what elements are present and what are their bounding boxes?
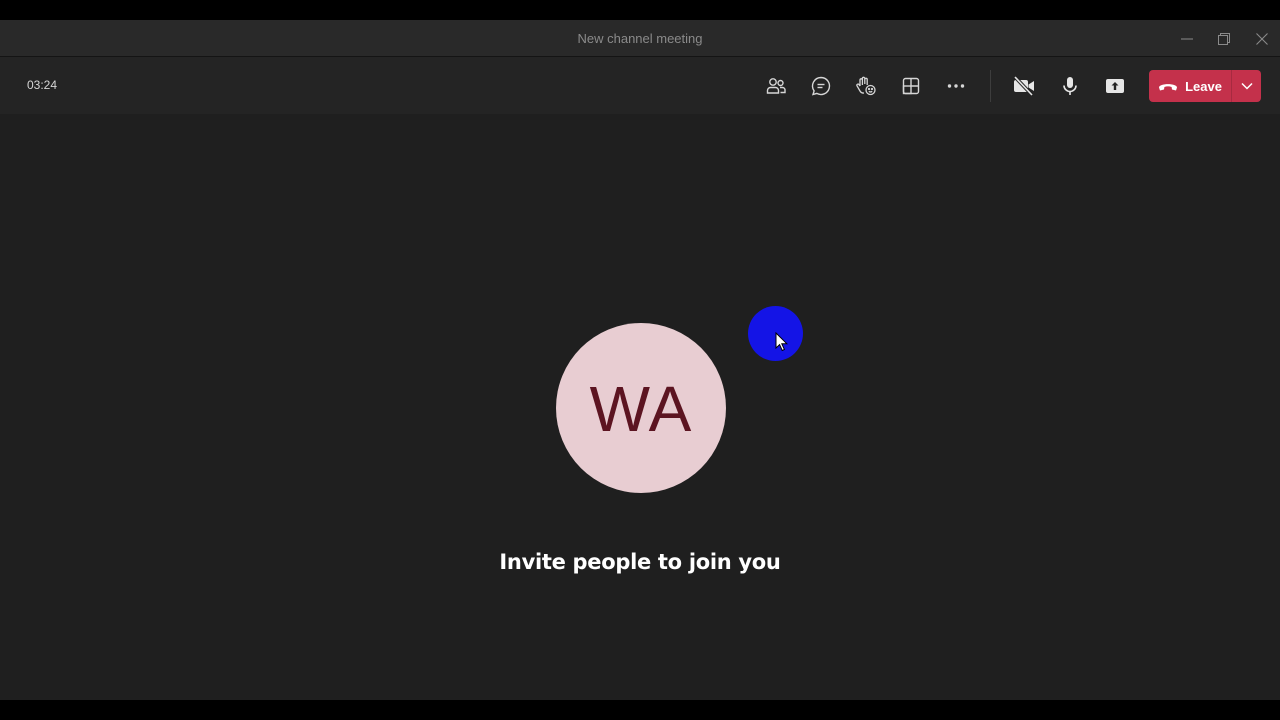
leave-options-button[interactable] — [1232, 70, 1261, 102]
more-button[interactable] — [941, 71, 971, 101]
breakout-rooms-icon — [902, 77, 920, 95]
leave-button[interactable]: Leave — [1149, 70, 1231, 102]
restore-button[interactable] — [1211, 26, 1237, 52]
meeting-window: New channel meeting 03:24 Leave WA Invit… — [0, 20, 1280, 700]
chat-icon — [811, 76, 831, 96]
microphone-icon — [1063, 77, 1077, 95]
hang-up-icon — [1159, 84, 1178, 91]
leave-label: Leave — [1185, 78, 1222, 94]
toolbar-divider — [990, 70, 991, 102]
camera-button[interactable] — [1009, 71, 1039, 101]
raise-hand-icon — [856, 76, 876, 96]
meeting-toolbar: 03:24 Leave — [0, 57, 1280, 114]
restore-icon — [1218, 33, 1230, 45]
chevron-down-icon — [1240, 82, 1253, 90]
leave-button-group: Leave — [1149, 70, 1261, 102]
meeting-timer: 03:24 — [27, 78, 58, 92]
window-title: New channel meeting — [577, 31, 703, 46]
avatar-initials: WA — [589, 373, 693, 445]
close-icon — [1256, 33, 1268, 45]
minimize-icon — [1181, 38, 1193, 40]
close-button[interactable] — [1249, 26, 1275, 52]
reactions-button[interactable] — [851, 71, 881, 101]
people-button[interactable] — [761, 71, 791, 101]
camera-off-icon — [1013, 75, 1034, 97]
chat-button[interactable] — [806, 71, 836, 101]
mic-button[interactable] — [1055, 71, 1085, 101]
avatar: WA — [556, 323, 726, 493]
title-bar: New channel meeting — [0, 20, 1280, 57]
meeting-stage: WA Invite people to join you — [0, 114, 1280, 700]
minimize-button[interactable] — [1174, 26, 1200, 52]
rooms-button[interactable] — [896, 71, 926, 101]
share-button[interactable] — [1100, 71, 1130, 101]
share-screen-icon — [1106, 79, 1124, 93]
more-icon — [947, 84, 965, 88]
mouse-cursor-icon — [775, 332, 789, 352]
invite-message: Invite people to join you — [499, 550, 781, 574]
people-icon — [766, 78, 786, 94]
